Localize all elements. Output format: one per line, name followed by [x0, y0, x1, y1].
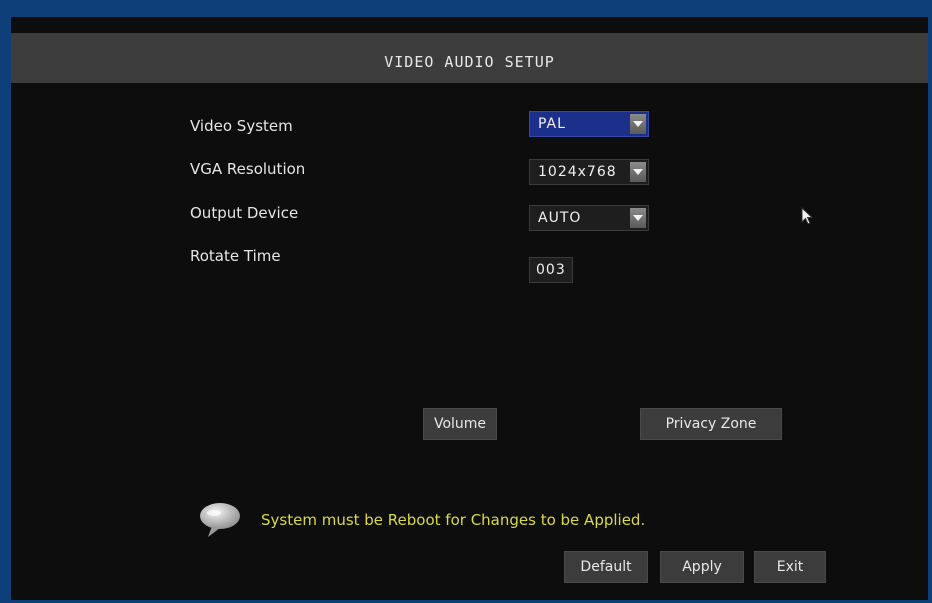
privacy-zone-button[interactable]: Privacy Zone: [640, 408, 782, 440]
vga-resolution-select[interactable]: 1024x768: [529, 159, 649, 185]
vga-resolution-label: VGA Resolution: [190, 160, 306, 178]
output-device-select[interactable]: AUTO: [529, 205, 649, 231]
rotate-time-input[interactable]: 003: [529, 257, 573, 283]
video-system-label: Video System: [190, 117, 293, 135]
apply-button[interactable]: Apply: [660, 551, 744, 583]
video-system-select[interactable]: PAL: [529, 111, 649, 137]
dvr-screen: VIDEO AUDIO SETUP Video System VGA Resol…: [11, 17, 928, 600]
output-device-value: AUTO: [538, 210, 582, 226]
dropdown-arrow-icon[interactable]: [630, 208, 646, 228]
reboot-notice: System must be Reboot for Changes to be …: [261, 511, 646, 529]
rotate-time-value: 003: [536, 262, 566, 278]
exit-button[interactable]: Exit: [754, 551, 826, 583]
page-title: VIDEO AUDIO SETUP: [384, 53, 555, 71]
volume-button[interactable]: Volume: [423, 408, 497, 440]
video-system-value: PAL: [538, 116, 566, 132]
rotate-time-label: Rotate Time: [190, 247, 281, 265]
vga-resolution-value: 1024x768: [538, 164, 617, 180]
mouse-cursor-icon: [801, 206, 815, 231]
dropdown-arrow-icon[interactable]: [630, 114, 646, 134]
dropdown-arrow-icon[interactable]: [630, 162, 646, 182]
output-device-label: Output Device: [190, 204, 299, 222]
speech-bubble-icon: [198, 501, 244, 543]
title-bar: VIDEO AUDIO SETUP: [11, 33, 928, 83]
monitor-frame: VIDEO AUDIO SETUP Video System VGA Resol…: [0, 0, 932, 603]
default-button[interactable]: Default: [564, 551, 648, 583]
